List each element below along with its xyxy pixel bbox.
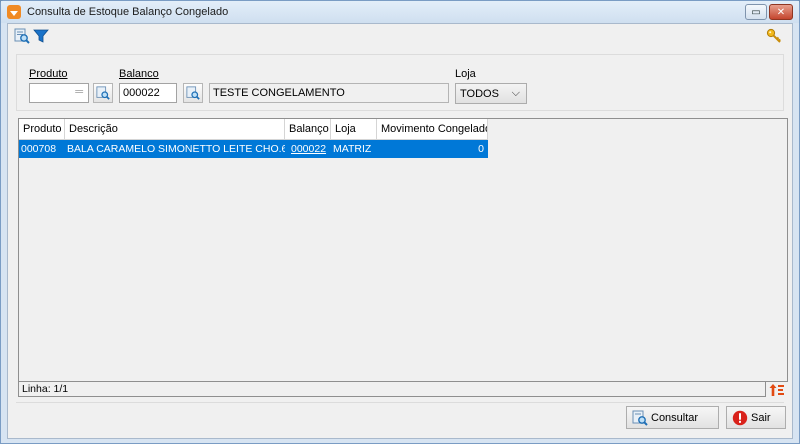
balanco-input[interactable]: 000022 <box>119 83 177 103</box>
consultar-label: Consultar <box>651 411 699 424</box>
loja-selected-value: TODOS <box>460 87 499 100</box>
balanco-description-field: TESTE CONGELAMENTO <box>209 83 449 103</box>
balanco-label: Balanco <box>119 68 159 80</box>
sort-icon[interactable] <box>769 383 785 397</box>
loja-select[interactable]: TODOS ⌵ <box>455 83 527 104</box>
loja-label: Loja <box>455 68 476 80</box>
chevron-down-icon: ⌵ <box>511 87 520 99</box>
window-title: Consulta de Estoque Balanço Congelado <box>27 6 229 18</box>
cell-loja: MATRIZ <box>333 143 372 155</box>
search-icon <box>186 86 200 100</box>
cell-produto: 000708 <box>21 143 57 155</box>
filter-panel: Produto ═ Balanco 000022 TESTE CONGELAME… <box>16 54 784 111</box>
filter-icon[interactable] <box>33 28 49 44</box>
grid-header: Produto Descrição Balanço Loja Movimento… <box>19 119 488 140</box>
app-window: Consulta de Estoque Balanço Congelado ▭ … <box>0 0 800 444</box>
client-area: Produto ═ Balanco 000022 TESTE CONGELAME… <box>7 23 793 439</box>
status-bar: Linha: 1/1 <box>18 382 766 397</box>
column-header-balanco[interactable]: Balanço <box>285 119 331 140</box>
sair-label: Sair <box>751 411 771 424</box>
key-icon[interactable] <box>766 28 782 44</box>
balanco-lookup-button[interactable] <box>183 83 203 103</box>
column-header-loja[interactable]: Loja <box>331 119 377 140</box>
column-header-produto[interactable]: Produto <box>19 119 65 140</box>
consultar-button[interactable]: Consultar <box>626 406 719 429</box>
cell-balanco-link[interactable]: 000022 <box>285 140 331 158</box>
balanco-value: 000022 <box>123 87 160 99</box>
equals-icon: ═ <box>75 86 83 98</box>
search-icon <box>632 410 648 426</box>
title-bar[interactable]: Consulta de Estoque Balanço Congelado ▭ … <box>1 1 799 23</box>
results-grid[interactable]: Produto Descrição Balanço Loja Movimento… <box>18 118 788 382</box>
row-counter: Linha: 1/1 <box>22 383 69 395</box>
search-icon <box>96 86 110 100</box>
sair-button[interactable]: Sair <box>726 406 786 429</box>
minimize-button[interactable]: ▭ <box>745 4 767 20</box>
footer: Consultar Sair <box>16 402 786 432</box>
balanco-description: TESTE CONGELAMENTO <box>213 87 345 99</box>
produto-input[interactable]: ═ <box>29 83 89 103</box>
column-header-movimento[interactable]: Movimento Congelado <box>377 119 488 140</box>
table-row[interactable]: 000708 BALA CARAMELO SIMONETTO LEITE CHO… <box>19 140 488 158</box>
exit-icon <box>732 410 748 425</box>
produto-label: Produto <box>29 68 68 80</box>
cell-descricao: BALA CARAMELO SIMONETTO LEITE CHO.600G <box>67 143 285 155</box>
search-icon[interactable] <box>14 28 30 44</box>
toolbar <box>8 24 792 48</box>
app-menu-icon[interactable] <box>7 5 21 19</box>
column-header-descricao[interactable]: Descrição <box>65 119 285 140</box>
close-button[interactable]: ✕ <box>769 4 793 20</box>
cell-movimento: 0 <box>478 143 484 155</box>
produto-lookup-button[interactable] <box>93 83 113 103</box>
